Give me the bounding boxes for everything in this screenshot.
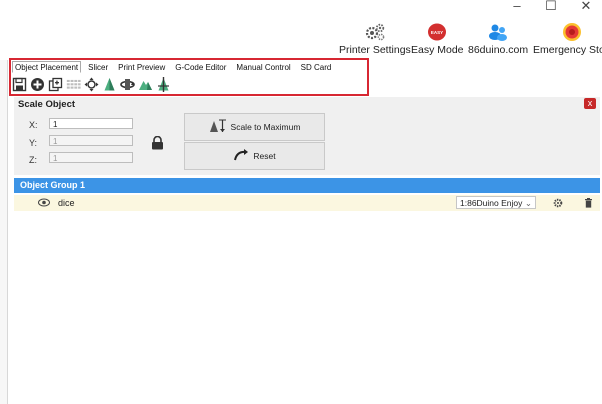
z-label: Z: [29, 155, 37, 165]
highlight-box [9, 58, 369, 96]
close-button[interactable]: ✕ [576, 0, 596, 14]
scale-y-input[interactable]: 1 [49, 135, 133, 146]
y-label: Y: [29, 138, 38, 148]
emergency-stop-button[interactable]: Emergency Stop [533, 22, 602, 56]
printer-select[interactable]: 1:86Duino Enjoy ⌄ [456, 196, 536, 209]
left-rail [0, 60, 8, 404]
86duino-label: 86duino.com [468, 44, 529, 56]
minimize-button[interactable]: – [507, 0, 527, 14]
easy-mode-icon: EASY [425, 22, 449, 42]
scale-to-maximum-button[interactable]: Scale to Maximum [184, 113, 325, 141]
reset-button[interactable]: Reset [184, 142, 325, 170]
easy-mode-label: Easy Mode [411, 44, 464, 56]
86duino-link-button[interactable]: 86duino.com [468, 22, 528, 56]
scale-z-input[interactable]: 1 [49, 152, 133, 163]
panel-close-button[interactable]: x [584, 98, 596, 109]
x-label: X: [29, 120, 38, 130]
main-toolbar: Printer Settings EASY Easy Mode 86duino.… [0, 20, 602, 60]
easy-mode-button[interactable]: EASY Easy Mode [411, 22, 464, 56]
emergency-stop-icon [560, 22, 584, 42]
trash-icon[interactable] [584, 198, 593, 211]
eye-icon[interactable] [38, 198, 50, 210]
chevron-down-icon: ⌄ [524, 198, 532, 208]
gear-icon[interactable] [553, 198, 563, 211]
users-icon [486, 22, 510, 42]
printer-select-value: 1:86Duino Enjoy [460, 198, 523, 208]
reset-label: Reset [253, 151, 276, 161]
scale-max-label: Scale to Maximum [230, 122, 301, 132]
scale-panel-title: Scale Object [18, 99, 76, 110]
emergency-stop-label: Emergency Stop [533, 44, 602, 56]
title-bar: – ☐ ✕ [0, 0, 602, 20]
object-group-header[interactable]: Object Group 1 [14, 178, 600, 193]
printer-settings-button[interactable]: Printer Settings [339, 22, 411, 56]
scale-x-input[interactable]: 1 [49, 118, 133, 129]
reset-icon [233, 149, 249, 163]
gears-icon [363, 22, 387, 42]
lock-icon[interactable] [151, 135, 164, 153]
scale-max-icon [209, 119, 227, 135]
maximize-button[interactable]: ☐ [541, 0, 561, 14]
object-name: dice [58, 198, 75, 208]
printer-settings-label: Printer Settings [339, 44, 411, 56]
easy-badge-text: EASY [431, 30, 443, 35]
